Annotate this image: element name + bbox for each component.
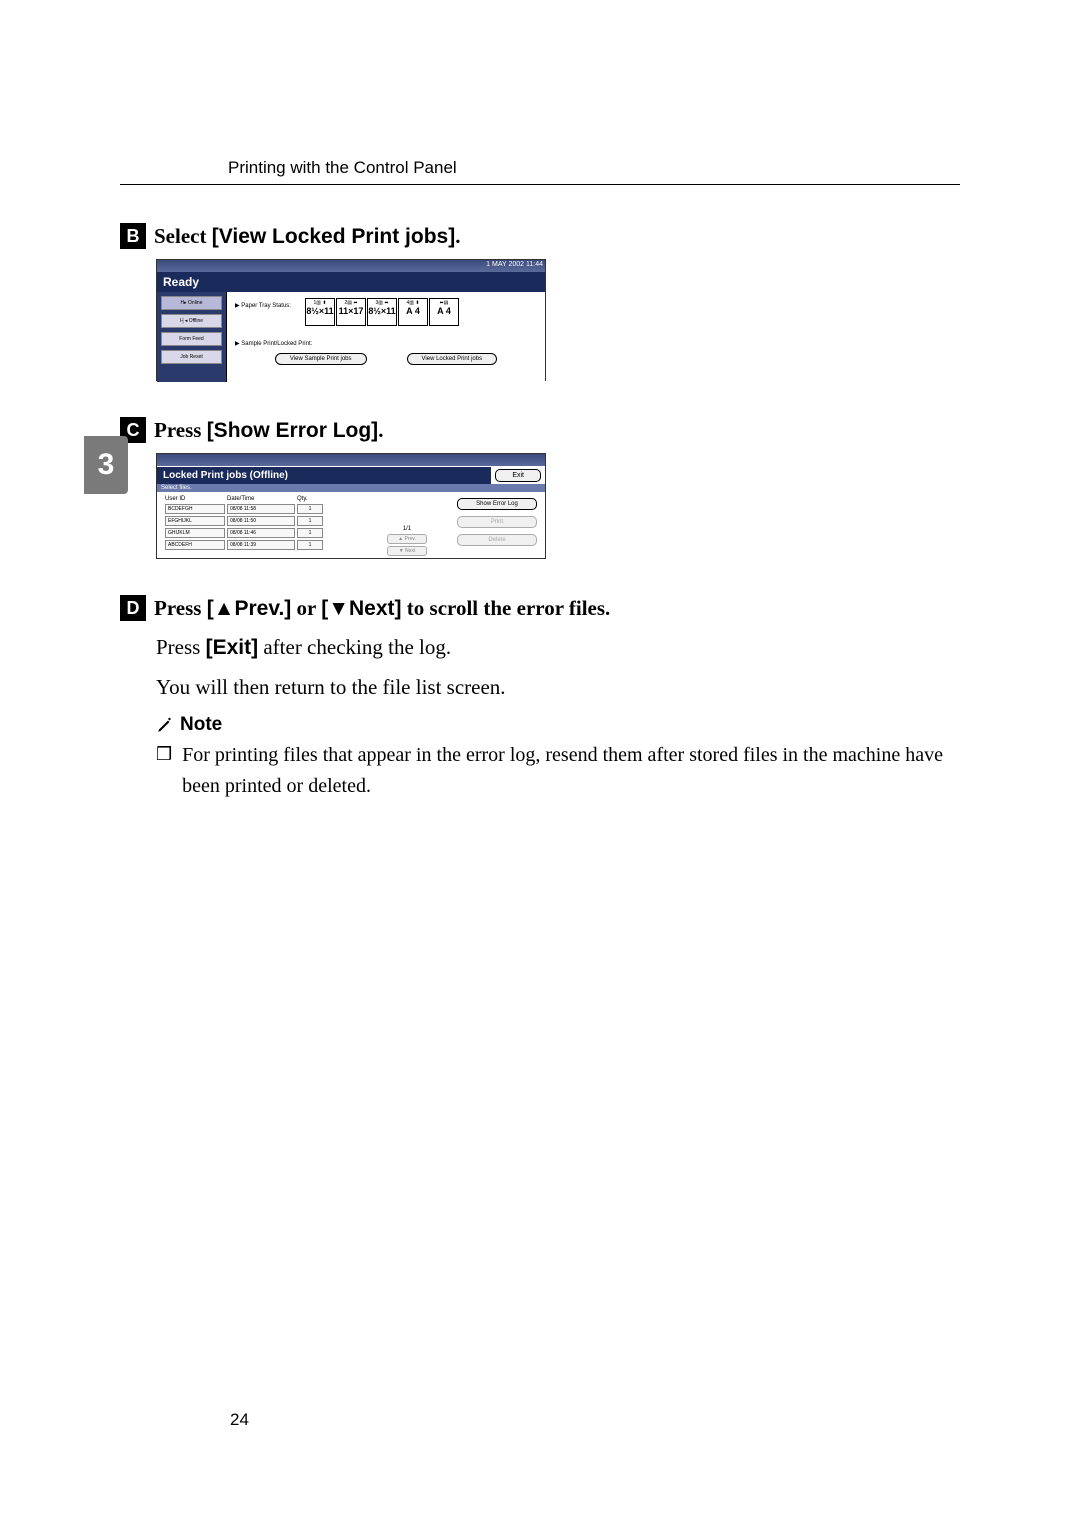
paper-tray-label: ▶ Paper Tray Status: [235,302,305,309]
step-4-verb: Press [154,596,207,620]
step-2-text: Select [View Locked Print jobs]. [154,224,460,249]
show-error-log-button[interactable]: Show Error Log [457,498,537,510]
tray-4: 4▥ ⬍A 4 [398,298,428,326]
viewbtns: View Sample Print jobs View Locked Print… [235,353,537,365]
view-sample-button[interactable]: View Sample Print jobs [275,353,367,365]
ss2-titlebar [157,454,545,466]
table-row[interactable]: GHIJKLM 08/08 11:461 [165,528,387,538]
ss2-subhead: Select files. [157,484,545,492]
tray-row: 1▥ ⬍8½×11 2▤ ⬌11×17 3▥ ⬌8½×11 4▥ ⬍A 4 ⬌▤… [305,298,459,326]
jobreset-button[interactable]: Job Reset [161,350,222,364]
ss1-clock: 1 MAY 2002 11:44 [486,261,543,268]
table-row[interactable]: EFGHIJKL 08/08 11:501 [165,516,387,526]
paging-col: 1/1 ▲ Prev. ▼ Next [387,496,427,556]
table-row[interactable]: BCDEFGH 08/08 11:581 [165,504,387,514]
online-button[interactable]: H▸ Online [161,296,222,310]
next-button[interactable]: ▼ Next [387,546,427,556]
delete-button[interactable]: Delete [457,534,537,546]
th-userid: User ID [165,496,227,502]
step-2-verb: Select [154,224,212,248]
bullet-icon: ❒ [156,744,172,802]
print-button[interactable]: Print [457,516,537,528]
body-line-1: Press [Exit] after checking the log. [156,631,960,665]
step-3-end: . [378,418,383,442]
body-1u: [Exit] [206,636,259,659]
table-header: User ID Date/Time Qty. [165,496,387,502]
ss1-sidebar: H▸ Online I┤◂ Offline Form Feed Job Rese… [157,292,227,382]
offline-button[interactable]: I┤◂ Offline [161,314,222,328]
table-row[interactable]: ABCDEFH 08/08 11:391 [165,540,387,550]
step-3-heading: C Press [Show Error Log]. [120,417,960,443]
ss2-header: Locked Print jobs (Offline) Exit [157,466,545,484]
prev-button[interactable]: ▲ Prev. [387,534,427,544]
ss2-title: Locked Print jobs (Offline) [157,467,491,484]
tray-1: 1▥ ⬍8½×11 [305,298,335,326]
right-col: Show Error Log Print Delete [427,496,537,556]
step-3-text: Press [Show Error Log]. [154,418,383,443]
step-3: C Press [Show Error Log]. Locked Print j… [120,417,960,585]
ss1-ready-label: Ready [157,272,545,292]
exit-button[interactable]: Exit [495,469,541,482]
ss1-main: ▶ Paper Tray Status: 1▥ ⬍8½×11 2▤ ⬌11×17… [227,292,545,382]
ss1-body: H▸ Online I┤◂ Offline Form Feed Job Rese… [157,292,545,382]
ss1-titlebar: 1 MAY 2002 11:44 [157,260,545,272]
page-number: 24 [230,1410,249,1430]
tray-5: ⬌▤A 4 [429,298,459,326]
screenshot-ready: 1 MAY 2002 11:44 Ready H▸ Online I┤◂ Off… [156,259,546,381]
body-1b: after checking the log. [258,635,451,659]
ss2-table: User ID Date/Time Qty. BCDEFGH 08/08 11:… [165,496,387,556]
view-locked-button[interactable]: View Locked Print jobs [407,353,498,365]
step-2-end: . [455,224,460,248]
step-2: B Select [View Locked Print jobs]. 1 MAY… [120,223,960,407]
step-4-end: to scroll the error files. [402,596,611,620]
step-badge-4: D [120,595,146,621]
ss2-body: User ID Date/Time Qty. BCDEFGH 08/08 11:… [157,492,545,560]
step-3-verb: Press [154,418,207,442]
note-header: Note [156,714,960,736]
running-header: Printing with the Control Panel [228,158,960,178]
step-4-heading: D Press [▲Prev.] or [▼Next] to scroll th… [120,595,960,621]
step-3-ui: [Show Error Log] [207,419,379,442]
sampleprint-label: ▶ Sample Print/Locked Print: [235,340,537,347]
step-4-ui2: [▼Next] [321,597,401,620]
step-4-mid: or [291,596,321,620]
step-4: D Press [▲Prev.] or [▼Next] to scroll th… [120,595,960,621]
header-rule [120,184,960,185]
chapter-tab: 3 [84,436,128,494]
body-line-2: You will then return to the file list sc… [156,671,960,705]
tray-3: 3▥ ⬌8½×11 [367,298,397,326]
formfeed-button[interactable]: Form Feed [161,332,222,346]
step-4-ui1: [▲Prev.] [207,597,292,620]
step-2-ui: [View Locked Print jobs] [212,225,456,248]
note-body: ❒ For printing files that appear in the … [156,740,960,802]
step-badge-2: B [120,223,146,249]
pencil-icon [156,716,174,734]
step-2-heading: B Select [View Locked Print jobs]. [120,223,960,249]
tray-2: 2▤ ⬌11×17 [336,298,366,326]
page-indicator: 1/1 [387,526,427,532]
note-label: Note [180,714,222,736]
th-datetime: Date/Time [227,496,297,502]
step-4-text: Press [▲Prev.] or [▼Next] to scroll the … [154,596,610,621]
screenshot-locked: Locked Print jobs (Offline) Exit Select … [156,453,546,559]
note-text: For printing files that appear in the er… [182,740,960,802]
body-1a: Press [156,635,206,659]
th-qty: Qty. [297,496,327,502]
